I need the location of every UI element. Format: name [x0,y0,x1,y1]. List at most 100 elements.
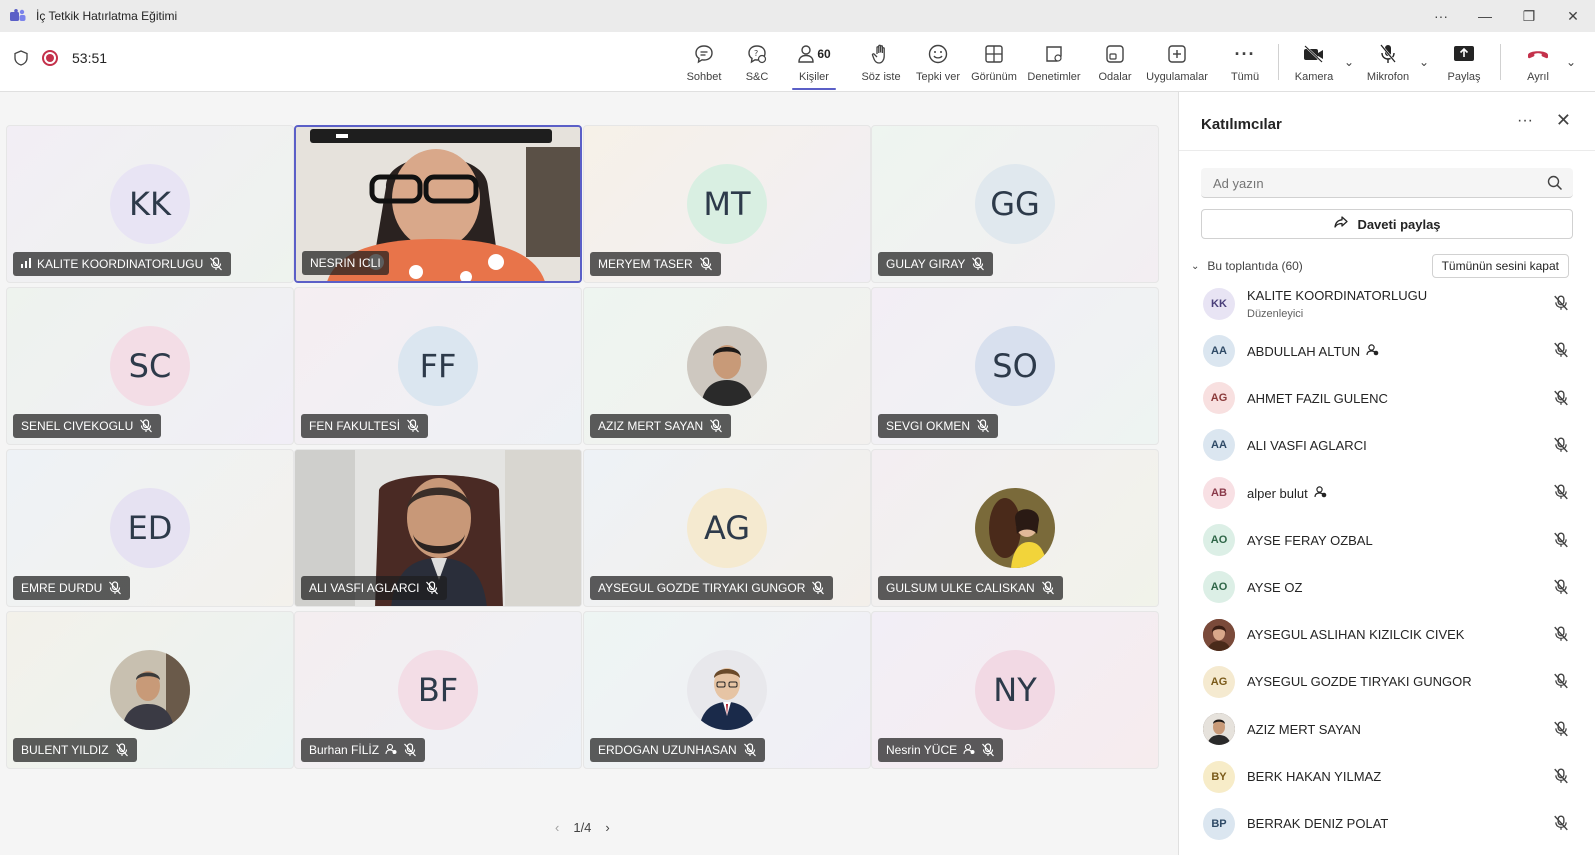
participant-photo [687,650,767,730]
participant-tile[interactable]: NESRIN ICLI [294,125,582,283]
camera-button[interactable]: Kamera [1294,32,1334,92]
participants-panel: Katılımcılar ··· ✕ Daveti paylaş ⌄ Bu to… [1178,92,1595,855]
leave-button[interactable]: Ayrıl [1520,32,1556,92]
shield-icon[interactable] [14,50,28,66]
react-button[interactable]: Tepki ver [916,32,960,92]
participant-list-item[interactable]: AZIZ MERT SAYAN [1179,706,1595,753]
participant-list-item[interactable]: AA ALI VASFI AGLARCI [1179,422,1595,469]
participant-tile[interactable]: AZIZ MERT SAYAN [583,287,871,445]
participant-list-item[interactable]: AA ABDULLAH ALTUN [1179,327,1595,374]
search-icon[interactable] [1547,175,1563,194]
camera-options-chevron-icon[interactable]: ⌄ [1344,55,1354,69]
participant-list-item[interactable]: KK KALITE KOORDINATORLUGU Düzenleyici [1179,280,1595,327]
mic-off-icon[interactable] [1553,390,1569,409]
participant-list-item[interactable]: BY BERK HAKAN YILMAZ [1179,753,1595,800]
raise-hand-button[interactable]: Söz iste [861,32,901,92]
participant-avatar: SC [110,326,190,406]
participant-name: ALI VASFI AGLARCI [309,581,420,595]
participant-tile[interactable]: NY Nesrin YÜCE [871,611,1159,769]
chat-button[interactable]: Sohbet [684,32,724,92]
participant-avatar: AB [1203,476,1235,509]
participant-list-name: ALI VASFI AGLARCI [1247,437,1367,453]
participant-list-item[interactable]: BP BERRAK DENIZ POLAT [1179,800,1595,847]
more-options-icon[interactable]: ··· [1419,8,1463,24]
rooms-icon [1105,41,1125,67]
view-button[interactable]: Görünüm [970,32,1018,92]
mic-off-icon[interactable] [1553,579,1569,598]
participant-tile[interactable]: SC SENEL CIVEKOGLU [6,287,294,445]
toolbar-divider [1500,44,1501,80]
participant-name: FEN FAKULTESİ [309,419,401,433]
participant-list-item[interactable]: AG AYSEGUL GOZDE TIRYAKI GUNGOR [1179,658,1595,705]
mic-off-icon[interactable] [1553,815,1569,834]
participant-tile[interactable]: ERDOGAN UZUNHASAN [583,611,871,769]
in-meeting-section-header[interactable]: ⌄ Bu toplantıda (60) Tümünün sesini kapa… [1191,254,1585,278]
mic-off-icon[interactable] [1553,626,1569,645]
apps-button[interactable]: Uygulamalar [1146,32,1208,92]
previous-page-icon[interactable]: ‹ [555,820,559,835]
minimize-icon[interactable]: — [1463,8,1507,24]
participant-role: Düzenleyici [1247,308,1304,320]
participant-list-item[interactable]: AO AYSE FERAY OZBAL [1179,517,1595,564]
mic-off-icon[interactable] [1553,721,1569,740]
participant-tile[interactable]: ALI VASFI AGLARCI [294,449,582,607]
mute-all-button[interactable]: Tümünün sesini kapat [1431,254,1569,278]
close-window-icon[interactable]: ✕ [1551,8,1595,25]
mic-off-icon[interactable] [1553,673,1569,692]
more-button[interactable]: ··· Tümü [1229,32,1261,92]
people-icon: 60 [797,41,831,67]
controls-button[interactable]: Denetimler [1026,32,1082,92]
leave-options-chevron-icon[interactable]: ⌄ [1566,55,1576,69]
participant-name: NESRIN ICLI [310,256,381,270]
people-button[interactable]: 60 Kişiler [792,32,836,92]
mic-off-icon[interactable] [1553,768,1569,787]
participant-list-item[interactable]: AG AHMET FAZIL GULENC [1179,375,1595,422]
participant-name: GULSUM ULKE CALISKAN [886,581,1035,595]
participant-tile[interactable]: BULENT YILDIZ [6,611,294,769]
restore-icon[interactable]: ❐ [1507,8,1551,25]
mic-off-icon[interactable] [1553,484,1569,503]
section-label: Bu toplantıda (60) [1207,259,1303,273]
participant-list-name: AYSEGUL GOZDE TIRYAKI GUNGOR [1247,674,1472,690]
mic-off-icon[interactable] [1553,437,1569,456]
rooms-button[interactable]: Odalar [1097,32,1133,92]
qa-button[interactable]: ? S&C [742,32,772,92]
participant-nameplate: AYSEGUL GOZDE TIRYAKI GUNGOR [590,576,834,600]
teams-app-icon [10,9,26,23]
participant-tile[interactable]: AG AYSEGUL GOZDE TIRYAKI GUNGOR [583,449,871,607]
mic-options-chevron-icon[interactable]: ⌄ [1419,55,1429,69]
mic-button[interactable]: Mikrofon [1366,32,1410,92]
add-app-icon [1167,41,1187,67]
participant-avatar: BY [1203,760,1235,793]
participant-tile[interactable]: BF Burhan FİLİZ [294,611,582,769]
participant-tile[interactable]: SO SEVGI OKMEN [871,287,1159,445]
participant-list-item[interactable]: AB alper bulut [1179,469,1595,516]
mic-off-icon [981,743,995,757]
collapse-chevron-icon[interactable]: ⌄ [1191,261,1199,272]
mic-off-icon[interactable] [1553,531,1569,551]
close-panel-icon[interactable]: ✕ [1556,110,1571,131]
participant-nameplate: NESRIN ICLI [302,251,389,275]
participant-list-item[interactable]: AYSEGUL ASLIHAN KIZILCIK CIVEK [1179,611,1595,658]
share-screen-icon [1453,41,1475,67]
mic-off-icon[interactable] [1553,295,1569,314]
window-title: İç Tetkik Hatırlatma Eğitimi [36,9,178,23]
next-page-icon[interactable]: › [605,820,609,835]
participant-list-name: AYSEGUL ASLIHAN KIZILCIK CIVEK [1247,627,1465,643]
participant-tile[interactable]: MT MERYEM TASER [583,125,871,283]
search-input[interactable] [1201,168,1521,198]
share-button[interactable]: Paylaş [1446,32,1482,92]
participant-tile[interactable]: FF FEN FAKULTESİ [294,287,582,445]
toolbar-divider [1278,44,1279,80]
participant-tile[interactable]: KK KALITE KOORDINATORLUGU [6,125,294,283]
participant-name: SEVGI OKMEN [886,419,971,433]
share-invite-button[interactable]: Daveti paylaş [1201,209,1573,239]
controls-icon [1044,41,1064,67]
panel-more-options-icon[interactable]: ··· [1517,112,1533,130]
participant-nameplate: KALITE KOORDINATORLUGU [13,252,232,276]
mic-off-icon[interactable] [1553,342,1569,361]
participant-list-item[interactable]: AO AYSE OZ [1179,564,1595,611]
participant-tile[interactable]: GG GULAY GIRAY [871,125,1159,283]
participant-tile[interactable]: ED EMRE DURDU [6,449,294,607]
participant-tile[interactable]: GULSUM ULKE CALISKAN [871,449,1159,607]
